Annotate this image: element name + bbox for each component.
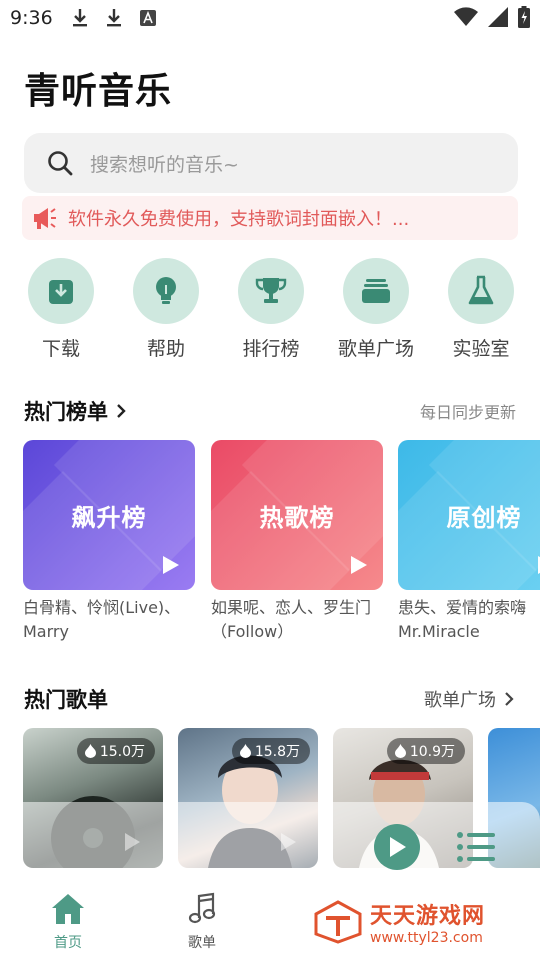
quick-action-label: 实验室	[452, 338, 510, 360]
nav-item-home[interactable]: 首页	[28, 892, 108, 952]
play-icon	[390, 837, 406, 857]
hot-playlists-header: 热门歌单 歌单广场	[24, 684, 516, 714]
search-input[interactable]: 搜索想听的音乐~	[24, 133, 518, 193]
quick-actions: 下载 帮助 排行榜 歌单广场 实验室	[0, 258, 540, 368]
chart-description: 如果呢、恋人、罗生门（Follow）	[211, 598, 372, 641]
chart-cover: 热歌榜	[211, 440, 383, 590]
mini-player	[0, 802, 540, 884]
status-indicators	[454, 6, 530, 28]
download-notification-icon	[67, 5, 93, 31]
quick-action-label: 排行榜	[242, 338, 300, 360]
quick-action-download[interactable]: 下载	[11, 258, 111, 361]
chart-name: 原创榜	[446, 503, 522, 532]
section-more-label: 歌单广场	[424, 690, 496, 711]
search-icon	[48, 151, 73, 176]
nav-item-playlists[interactable]: 歌单	[162, 892, 242, 952]
music-note-icon	[188, 892, 216, 924]
watermark: 天天游戏网 www.ttyl23.com	[312, 898, 485, 946]
play-icon[interactable]	[159, 554, 181, 576]
download-notification-icon	[101, 5, 127, 31]
flask-icon	[448, 258, 514, 324]
section-title: 热门榜单	[24, 400, 108, 424]
battery-icon	[518, 6, 530, 28]
quick-action-playlist-square[interactable]: 歌单广场	[326, 258, 426, 361]
nav-label: 歌单	[188, 935, 216, 951]
quick-action-charts[interactable]: 排行榜	[221, 258, 321, 361]
chart-card-original[interactable]: 原创榜 患失、爱情的索嗨Mr.Miracle	[398, 440, 540, 646]
play-count: 15.0万	[99, 744, 145, 760]
fire-icon	[84, 744, 96, 758]
play-icon	[125, 833, 140, 851]
play-icon	[281, 833, 296, 851]
chart-cover: 原创榜	[398, 440, 540, 590]
quick-action-help[interactable]: 帮助	[116, 258, 216, 361]
stack-icon	[343, 258, 409, 324]
status-time: 9:36	[10, 7, 53, 29]
hot-charts-title-link[interactable]: 热门榜单	[24, 396, 128, 426]
chart-description: 患失、爱情的索嗨Mr.Miracle	[398, 598, 527, 641]
section-title: 热门歌单	[24, 688, 108, 712]
chart-name: 热歌榜	[259, 503, 335, 532]
chart-card-hot[interactable]: 热歌榜 如果呢、恋人、罗生门（Follow）	[211, 440, 383, 646]
chart-name: 飙升榜	[71, 503, 147, 532]
watermark-name: 天天游戏网	[370, 904, 486, 929]
play-count-badge: 15.0万	[76, 738, 155, 764]
notice-text: 软件永久免费使用，支持歌词封面嵌入！...	[68, 209, 410, 230]
playlist-queue-icon[interactable]	[456, 830, 496, 864]
lightbulb-icon	[133, 258, 199, 324]
quick-action-lab[interactable]: 实验室	[431, 258, 531, 361]
home-icon	[52, 894, 84, 924]
download-icon	[28, 258, 94, 324]
chevron-right-icon	[505, 692, 514, 706]
quick-action-label: 帮助	[146, 338, 185, 360]
play-icon[interactable]	[347, 554, 369, 576]
search-placeholder: 搜索想听的音乐~	[90, 153, 239, 176]
play-icon[interactable]	[534, 554, 540, 576]
chevron-right-icon	[117, 404, 126, 418]
play-count: 15.8万	[254, 744, 300, 760]
hot-charts-list: 飙升榜 白骨精、怜悯(Live)、Marry 热歌榜 如果呢、恋人、罗生门（Fo…	[0, 440, 540, 650]
playlist-square-link[interactable]: 歌单广场	[424, 686, 516, 712]
wifi-icon	[454, 7, 478, 27]
chart-description: 白骨精、怜悯(Live)、Marry	[23, 598, 181, 641]
chart-card-rising[interactable]: 飙升榜 白骨精、怜悯(Live)、Marry	[23, 440, 195, 646]
bottom-navigation: 首页 歌单 天天游戏网 www.ttyl23.com	[0, 884, 540, 960]
notice-banner[interactable]: 软件永久免费使用，支持歌词封面嵌入！...	[22, 196, 518, 240]
watermark-logo-icon	[314, 900, 362, 944]
play-count-badge: 15.8万	[231, 738, 310, 764]
watermark-url: www.ttyl23.com	[370, 930, 483, 946]
fire-icon	[394, 744, 406, 758]
font-notification-icon	[135, 5, 161, 31]
trophy-icon	[238, 258, 304, 324]
play-count-badge: 10.9万	[386, 738, 465, 764]
play-count: 10.9万	[409, 744, 455, 760]
fire-icon	[239, 744, 251, 758]
quick-action-label: 歌单广场	[337, 338, 414, 360]
signal-icon	[488, 7, 508, 27]
status-bar: 9:36	[0, 0, 540, 36]
mini-player-play-button[interactable]	[374, 824, 420, 870]
page-title: 青听音乐	[24, 71, 173, 112]
section-subtitle: 每日同步更新	[419, 403, 516, 422]
hot-charts-header: 热门榜单 每日同步更新	[24, 396, 516, 426]
quick-action-label: 下载	[41, 338, 80, 360]
chart-cover: 飙升榜	[23, 440, 195, 590]
megaphone-icon	[34, 208, 56, 229]
nav-label: 首页	[54, 935, 82, 951]
